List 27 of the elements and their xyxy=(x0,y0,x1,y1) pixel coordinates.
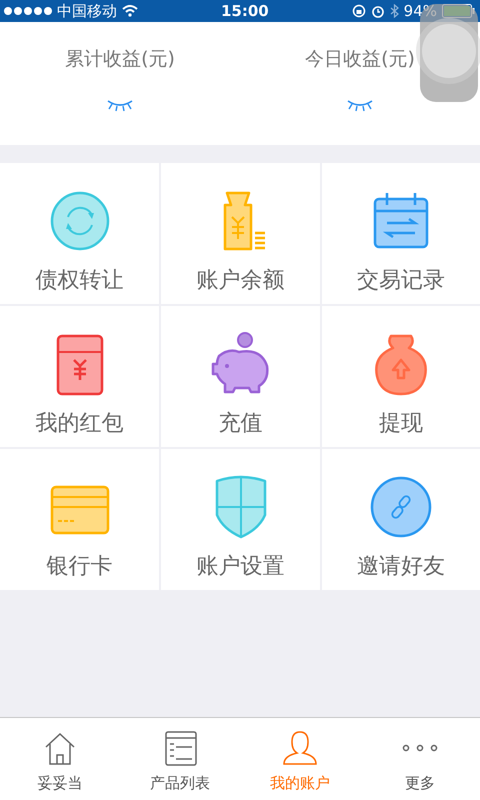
person-icon xyxy=(282,730,318,766)
more-icon xyxy=(402,744,438,752)
link-icon xyxy=(369,475,433,539)
menu-tile[interactable]: 邀请好友 xyxy=(322,449,480,590)
tab-bar-item[interactable]: 妥妥当 xyxy=(0,718,120,800)
tab-bar-item[interactable]: 产品列表 xyxy=(120,718,240,800)
menu-tile[interactable]: 账户设置 xyxy=(161,449,320,590)
carrier-name: 中国移动 xyxy=(57,2,117,20)
closed-eye-icon[interactable] xyxy=(346,98,374,112)
wifi-icon xyxy=(122,5,138,17)
menu-tile[interactable]: 交易记录 xyxy=(322,163,480,304)
clock-time: 15:00 xyxy=(220,2,269,20)
battery-percent: 94% xyxy=(404,2,437,20)
earnings-label: 今日收益(元) xyxy=(305,47,415,72)
alarm-icon xyxy=(370,4,385,18)
bluetooth-icon xyxy=(390,4,399,18)
menu-tile[interactable]: 账户余额 xyxy=(161,163,320,304)
earnings-label: 累计收益(元) xyxy=(65,47,175,72)
tab-bar-item[interactable]: 更多 xyxy=(360,718,480,800)
menu-tile[interactable]: 我的红包 xyxy=(0,306,159,447)
menu-tile[interactable]: 充值 xyxy=(161,306,320,447)
closed-eye-icon[interactable] xyxy=(106,98,134,112)
rotation-lock-icon xyxy=(352,4,366,18)
menu-tile[interactable]: 银行卡 xyxy=(0,449,159,590)
menu-tile[interactable]: 提现 xyxy=(322,306,480,447)
menu-tile[interactable]: 债权转让 xyxy=(0,163,159,304)
signal-icon xyxy=(4,7,52,15)
